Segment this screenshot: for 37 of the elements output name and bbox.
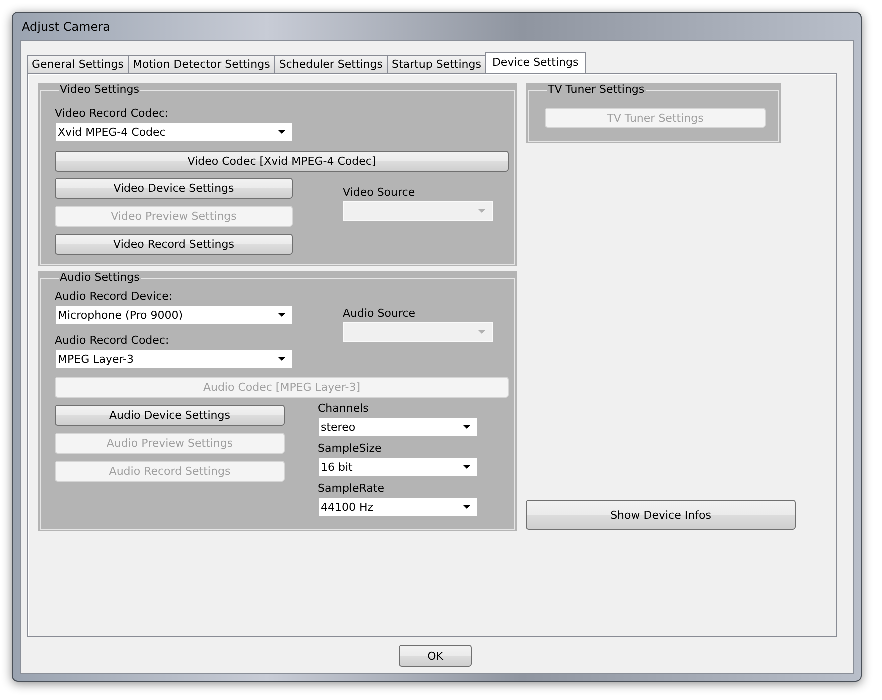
group-title: TV Tuner Settings	[547, 83, 646, 97]
dropdown[interactable]: Microphone (Pro 9000)	[55, 305, 293, 325]
button[interactable]: Video Record Settings	[55, 234, 293, 255]
button[interactable]: Audio Device Settings	[55, 405, 285, 426]
dropdown-arrow-icon	[463, 465, 471, 469]
dropdown[interactable]: 44100 Hz	[318, 497, 478, 517]
group-title: Audio Settings	[59, 271, 141, 285]
tab[interactable]: Device Settings	[485, 52, 586, 73]
tab[interactable]: General Settings	[27, 55, 129, 73]
dropdown-arrow-icon	[463, 425, 471, 429]
dropdown[interactable]: stereo	[318, 417, 478, 437]
window-title: Adjust Camera	[22, 20, 110, 34]
button[interactable]: Video Device Settings	[55, 178, 293, 199]
dropdown-arrow-icon	[278, 130, 286, 134]
field-label: Video Source	[343, 186, 416, 200]
button[interactable]: Video Codec [Xvid MPEG-4 Codec]	[55, 151, 509, 172]
field-label: Audio Record Codec:	[55, 334, 170, 348]
button[interactable]: OK	[399, 645, 472, 667]
tab[interactable]: Motion Detector Settings	[128, 55, 276, 73]
field-label: Channels	[318, 402, 370, 416]
dropdown[interactable]: Xvid MPEG-4 Codec	[55, 122, 293, 142]
field-label: SampleSize	[318, 442, 383, 456]
dropdown[interactable]: MPEG Layer-3	[55, 349, 293, 369]
tab[interactable]: Startup Settings	[387, 55, 486, 73]
dropdown-arrow-icon	[463, 505, 471, 509]
dropdown-arrow-icon	[478, 330, 486, 334]
button[interactable]: Show Device Infos	[526, 500, 796, 530]
tab[interactable]: Scheduler Settings	[274, 55, 388, 73]
dropdown-arrow-icon	[278, 357, 286, 361]
dropdown-arrow-icon	[478, 209, 486, 213]
field-label: Audio Source	[343, 307, 417, 321]
group-title: Video Settings	[59, 83, 140, 97]
field-label: Audio Record Device:	[55, 290, 174, 304]
field-label: SampleRate	[318, 482, 386, 496]
dropdown-arrow-icon	[278, 313, 286, 317]
dropdown[interactable]: 16 bit	[318, 457, 478, 477]
field-label: Video Record Codec:	[55, 107, 170, 121]
